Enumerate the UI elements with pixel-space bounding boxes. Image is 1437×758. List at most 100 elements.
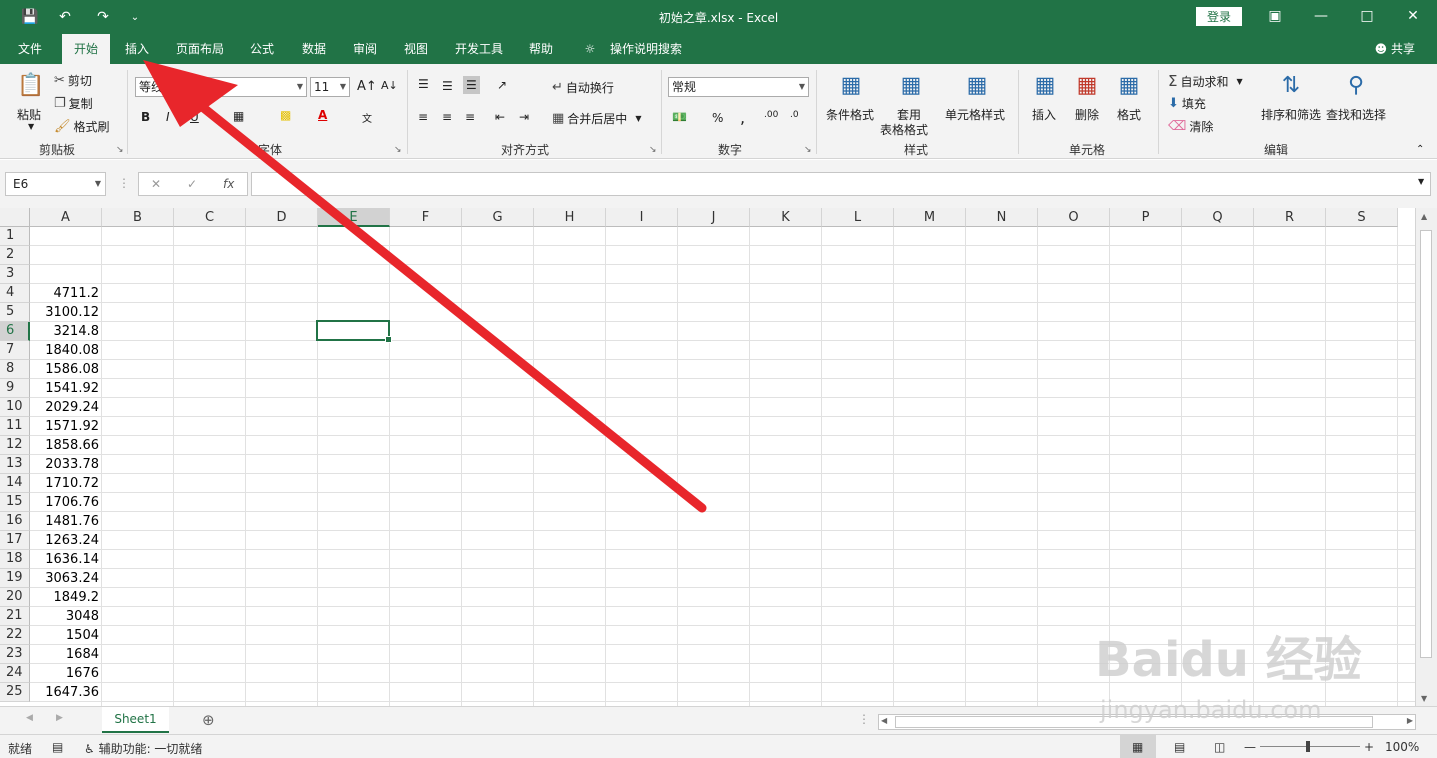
ribbon-display-icon[interactable]: ▣ — [1260, 5, 1290, 27]
tab-data[interactable]: 数据 — [292, 34, 336, 64]
column-header-r[interactable]: R — [1254, 208, 1326, 227]
page-layout-view-icon[interactable]: ▤ — [1174, 740, 1185, 754]
maximize-icon[interactable]: □ — [1352, 5, 1382, 27]
cancel-icon[interactable]: ✕ — [151, 177, 161, 191]
find-select-icon[interactable]: ⚲ — [1341, 70, 1371, 100]
row-header[interactable]: 17 — [0, 531, 30, 550]
cell-a[interactable]: 3100.12 — [30, 303, 102, 322]
scroll-left-icon[interactable]: ◀ — [881, 716, 887, 725]
cell-styles-icon[interactable]: ▦ — [962, 70, 992, 100]
cell-a[interactable]: 1504 — [30, 626, 102, 645]
accounting-icon[interactable]: 💵 — [672, 110, 687, 124]
conditional-format-button[interactable]: 条件格式 — [826, 106, 874, 123]
paste-button[interactable]: 粘贴 — [17, 106, 41, 123]
row-header[interactable]: 24 — [0, 664, 30, 683]
tab-formulas[interactable]: 公式 — [240, 34, 284, 64]
zoom-level[interactable]: 100% — [1385, 740, 1419, 754]
delete-cells-button[interactable]: 删除 — [1075, 106, 1099, 123]
row-header[interactable]: 12 — [0, 436, 30, 455]
autosum-button[interactable]: Σ 自动求和 ▼ — [1168, 72, 1243, 90]
cut-button[interactable]: ✂ 剪切 — [54, 72, 92, 89]
cell-a[interactable]: 2029.24 — [30, 398, 102, 417]
insert-function-button[interactable]: fx — [223, 177, 234, 191]
row-header[interactable]: 15 — [0, 493, 30, 512]
column-header-s[interactable]: S — [1326, 208, 1398, 227]
align-center-icon[interactable]: ≡ — [442, 110, 452, 124]
row-header[interactable]: 8 — [0, 360, 30, 379]
row-header[interactable]: 22 — [0, 626, 30, 645]
tab-insert[interactable]: 插入 — [114, 34, 160, 64]
select-all-corner[interactable] — [0, 208, 30, 227]
column-header-h[interactable]: H — [534, 208, 606, 227]
cell-a[interactable] — [30, 265, 102, 284]
formula-input[interactable] — [251, 172, 1431, 196]
row-header[interactable]: 20 — [0, 588, 30, 607]
tab-developer[interactable]: 开发工具 — [447, 34, 511, 64]
split-handle-icon[interactable]: ⋮ — [858, 712, 870, 726]
format-cells-icon[interactable]: ▦ — [1114, 70, 1144, 100]
italic-button[interactable]: I — [166, 110, 170, 124]
share-button[interactable]: ☻ 共享 — [1375, 34, 1415, 64]
align-left-icon[interactable]: ≡ — [418, 110, 428, 124]
collapse-ribbon-icon[interactable]: ⌃ — [1416, 144, 1424, 155]
row-header[interactable]: 5 — [0, 303, 30, 322]
next-sheet-icon[interactable]: ▶ — [56, 713, 63, 723]
tell-me-search[interactable]: 操作说明搜索 — [604, 34, 688, 64]
row-header[interactable]: 14 — [0, 474, 30, 493]
decrease-decimal-icon[interactable]: .0 — [790, 110, 799, 120]
row-header[interactable]: 4 — [0, 284, 30, 303]
scroll-right-icon[interactable]: ▶ — [1407, 716, 1413, 725]
column-header-o[interactable]: O — [1038, 208, 1110, 227]
row-header[interactable]: 21 — [0, 607, 30, 626]
insert-cells-button[interactable]: 插入 — [1032, 106, 1056, 123]
percent-button[interactable]: % — [712, 111, 723, 125]
increase-decimal-icon[interactable]: .00 — [764, 110, 778, 120]
lightbulb-icon[interactable]: ☼ — [580, 34, 600, 64]
clear-button[interactable]: ⌫ 清除 — [1168, 118, 1213, 135]
number-launcher-icon[interactable]: ↘ — [804, 145, 812, 155]
bold-button[interactable]: B — [141, 110, 150, 124]
column-header-q[interactable]: Q — [1182, 208, 1254, 227]
delete-cells-icon[interactable]: ▦ — [1072, 70, 1102, 100]
font-size-combo[interactable]: 11 ▼ — [310, 77, 350, 97]
wrap-text-button[interactable]: ↵ 自动换行 — [552, 79, 614, 96]
zoom-thumb[interactable] — [1306, 741, 1310, 752]
row-header[interactable]: 6 — [0, 322, 30, 341]
row-header[interactable]: 1 — [0, 227, 30, 246]
row-header[interactable]: 7 — [0, 341, 30, 360]
cell-a[interactable]: 1706.76 — [30, 493, 102, 512]
vertical-scrollbar[interactable]: ▲ ▼ — [1415, 208, 1437, 706]
cell-a[interactable]: 1636.14 — [30, 550, 102, 569]
row-header[interactable]: 3 — [0, 265, 30, 284]
row-header[interactable]: 19 — [0, 569, 30, 588]
cell-a[interactable] — [30, 227, 102, 246]
tab-review[interactable]: 审阅 — [343, 34, 387, 64]
new-sheet-icon[interactable]: ⊕ — [202, 711, 215, 729]
clipboard-launcher-icon[interactable]: ↘ — [116, 145, 124, 155]
macro-record-icon[interactable]: ▤ — [52, 740, 63, 754]
cell-a[interactable]: 1541.92 — [30, 379, 102, 398]
row-header[interactable]: 23 — [0, 645, 30, 664]
phonetic-icon[interactable]: 文 — [362, 110, 372, 125]
conditional-format-icon[interactable]: ▦ — [836, 70, 866, 100]
row-header[interactable]: 9 — [0, 379, 30, 398]
format-painter-button[interactable]: 🖌 格式刷 — [54, 118, 110, 135]
cell-a[interactable]: 1586.08 — [30, 360, 102, 379]
column-header-b[interactable]: B — [102, 208, 174, 227]
close-icon[interactable]: ✕ — [1398, 5, 1428, 27]
column-header-k[interactable]: K — [750, 208, 822, 227]
cell-a[interactable]: 1849.2 — [30, 588, 102, 607]
column-header-c[interactable]: C — [174, 208, 246, 227]
cell-a[interactable]: 1481.76 — [30, 512, 102, 531]
comma-button[interactable]: , — [740, 108, 745, 127]
sort-filter-button[interactable]: 排序和筛选 — [1261, 106, 1321, 123]
tab-file[interactable]: 文件 — [6, 34, 54, 64]
row-header[interactable]: 10 — [0, 398, 30, 417]
alignment-launcher-icon[interactable]: ↘ — [649, 145, 657, 155]
column-header-l[interactable]: L — [822, 208, 894, 227]
cell-a[interactable]: 1710.72 — [30, 474, 102, 493]
cell-a[interactable]: 1263.24 — [30, 531, 102, 550]
normal-view-icon[interactable]: ▦ — [1132, 740, 1143, 754]
align-right-icon[interactable]: ≡ — [465, 110, 475, 124]
column-header-g[interactable]: G — [462, 208, 534, 227]
